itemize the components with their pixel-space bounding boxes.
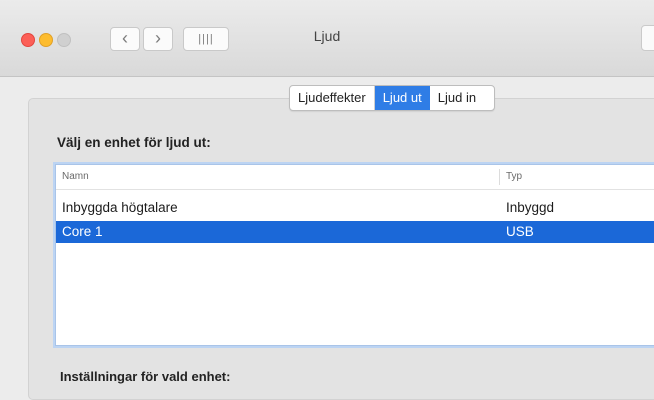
title-bar: ‹ › |||| Ljud bbox=[0, 0, 654, 77]
tab-sound-effects[interactable]: Ljudeffekter bbox=[290, 86, 375, 110]
column-header-type[interactable]: Typ bbox=[506, 171, 522, 182]
device-name: Inbyggda högtalare bbox=[62, 200, 178, 215]
column-divider[interactable] bbox=[499, 169, 500, 185]
table-row[interactable]: Inbyggda högtalare Inbyggd bbox=[56, 197, 654, 219]
column-header-name[interactable]: Namn bbox=[62, 171, 89, 182]
tab-bar: Ljudeffekter Ljud ut Ljud in bbox=[289, 85, 496, 111]
search-field[interactable] bbox=[641, 25, 654, 51]
output-device-table[interactable]: Namn Typ Inbyggda högtalare Inbyggd Core… bbox=[55, 164, 654, 346]
tab-input[interactable]: Ljud in bbox=[430, 86, 494, 110]
device-type: Inbyggd bbox=[506, 200, 555, 215]
table-header: Namn Typ bbox=[56, 165, 654, 190]
tab-output[interactable]: Ljud ut bbox=[374, 86, 430, 110]
window-title: Ljud bbox=[313, 28, 341, 44]
output-section-label: Välj en enhet för ljud ut: bbox=[57, 135, 211, 150]
table-row-selected[interactable]: Core 1 USB bbox=[56, 221, 654, 243]
device-name: Core 1 bbox=[62, 224, 103, 239]
device-type: USB bbox=[506, 224, 534, 239]
device-settings-label: Inställningar för vald enhet: bbox=[60, 369, 231, 384]
